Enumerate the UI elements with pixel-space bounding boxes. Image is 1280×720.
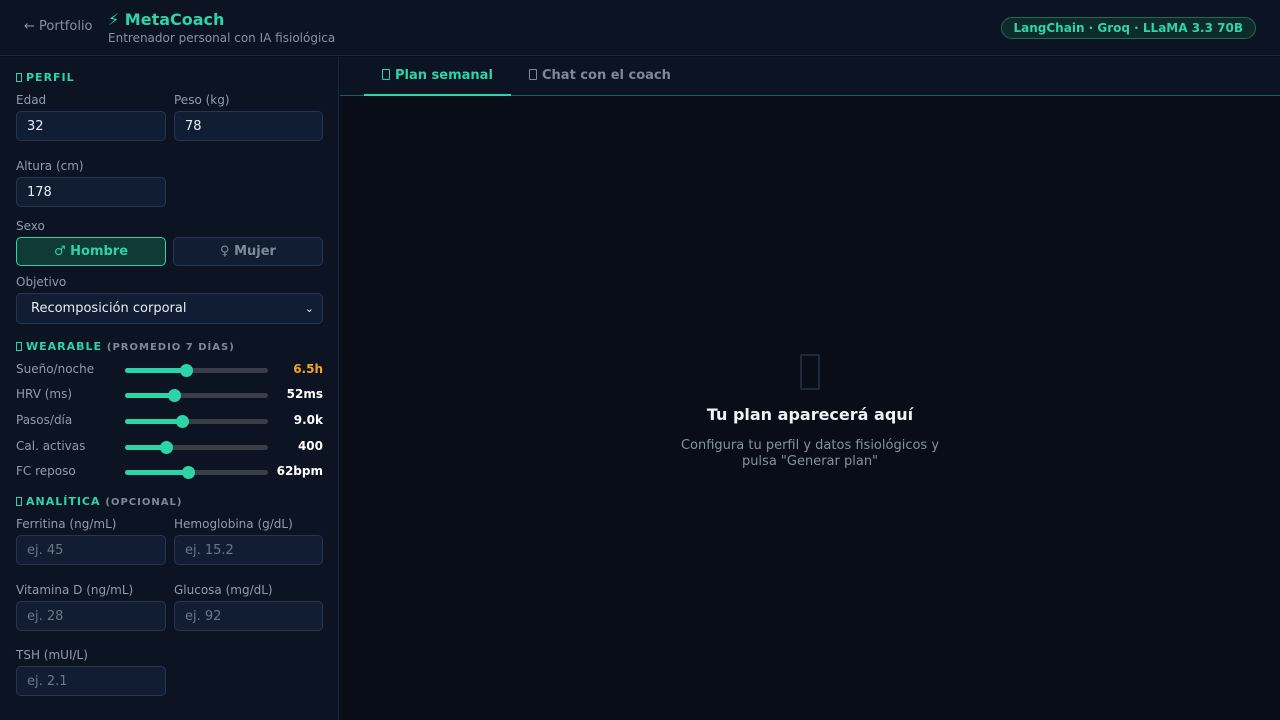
ferritin-label: Ferritina (ng/mL) <box>16 517 117 531</box>
sex-male-button[interactable]: ♂ Hombre <box>16 237 166 266</box>
app-header: ← Portfolio ⚡ MetaCoach Entrenador perso… <box>0 0 1280 56</box>
flask-icon <box>16 497 22 506</box>
tsh-input[interactable] <box>16 666 166 696</box>
back-to-portfolio-link[interactable]: ← Portfolio <box>24 19 93 34</box>
slider-track[interactable] <box>125 364 268 377</box>
watch-icon <box>16 342 22 351</box>
weight-input[interactable] <box>174 111 323 141</box>
slider-label: Pasos/día <box>16 413 73 427</box>
main-tabs: Plan semanal Chat con el coach <box>340 57 1280 96</box>
wearable-section-title: WEARABLE (PROMEDIO 7 DÍAS) <box>16 340 235 353</box>
slider-label: FC reposo <box>16 464 76 478</box>
slider-label: HRV (ms) <box>16 387 73 401</box>
age-label: Edad <box>16 93 47 107</box>
app-subtitle: Entrenador personal con IA fisiológica <box>108 31 336 45</box>
empty-state-subtitle: Configura tu perfil y datos fisiológicos… <box>680 438 940 469</box>
goal-selected-value: Recomposición corporal <box>31 301 187 316</box>
brand: ⚡ MetaCoach Entrenador personal con IA f… <box>108 10 335 45</box>
ferritin-input[interactable] <box>16 535 166 565</box>
sex-female-button[interactable]: ♀ Mujer <box>173 237 323 266</box>
slider-fill <box>125 470 188 475</box>
slider-thumb[interactable] <box>160 441 174 454</box>
glucose-input[interactable] <box>174 601 323 631</box>
slider-label: Cal. activas <box>16 439 86 453</box>
hemoglobin-label: Hemoglobina (g/dL) <box>174 517 293 531</box>
weight-label: Peso (kg) <box>174 93 230 107</box>
slider-row: HRV (ms) 52ms <box>16 387 323 403</box>
slider-track[interactable] <box>125 441 268 454</box>
sex-label: Sexo <box>16 219 45 233</box>
slider-thumb[interactable] <box>176 415 190 428</box>
sidebar: PERFIL Edad Peso (kg) Altura (cm) Sexo ♂… <box>0 57 339 720</box>
labs-section-title: ANALÍTICA (OPCIONAL) <box>16 495 182 508</box>
vitamin-d-label: Vitamina D (ng/mL) <box>16 583 134 597</box>
plan-empty-state: Tu plan aparecerá aquí Configura tu perf… <box>340 96 1280 720</box>
slider-thumb[interactable] <box>167 389 181 402</box>
age-input[interactable] <box>16 111 166 141</box>
empty-state-title: Tu plan aparecerá aquí <box>706 405 914 424</box>
slider-value: 6.5h <box>293 362 323 376</box>
slider-fill <box>125 419 183 424</box>
profile-section-title: PERFIL <box>16 71 75 84</box>
slider-row: Cal. activas 400 <box>16 439 323 455</box>
slider-row: Sueño/noche 6.5h <box>16 362 323 378</box>
tech-stack-badge: LangChain · Groq · LLaMA 3.3 70B <box>1000 17 1256 39</box>
chevron-down-icon: ⌄ <box>304 302 314 315</box>
height-label: Altura (cm) <box>16 159 84 173</box>
slider-value: 62bpm <box>276 464 323 478</box>
slider-value: 52ms <box>286 387 323 401</box>
hemoglobin-input[interactable] <box>174 535 323 565</box>
vitamin-d-input[interactable] <box>16 601 166 631</box>
tab-chat-coach[interactable]: Chat con el coach <box>511 57 689 96</box>
slider-fill <box>125 368 187 373</box>
slider-row: FC reposo 62bpm <box>16 464 323 480</box>
slider-track[interactable] <box>125 466 268 479</box>
tab-plan-semanal[interactable]: Plan semanal <box>364 57 511 96</box>
goal-label: Objetivo <box>16 275 67 289</box>
slider-track[interactable] <box>125 415 268 428</box>
glucose-label: Glucosa (mg/dL) <box>174 583 273 597</box>
slider-fill <box>125 393 174 398</box>
goal-select[interactable]: Recomposición corporal ⌄ <box>16 293 323 324</box>
calendar-icon <box>382 69 390 80</box>
slider-label: Sueño/noche <box>16 362 95 376</box>
user-icon <box>16 73 22 82</box>
chat-icon <box>529 69 537 80</box>
tsh-label: TSH (mUI/L) <box>16 648 88 662</box>
slider-track[interactable] <box>125 389 268 402</box>
slider-thumb[interactable] <box>180 364 194 377</box>
clipboard-icon <box>800 354 820 390</box>
slider-row: Pasos/día 9.0k <box>16 413 323 429</box>
slider-thumb[interactable] <box>181 466 195 479</box>
height-input[interactable] <box>16 177 166 207</box>
slider-value: 9.0k <box>293 413 323 427</box>
slider-value: 400 <box>297 439 323 453</box>
app-title: ⚡ MetaCoach <box>108 10 225 29</box>
